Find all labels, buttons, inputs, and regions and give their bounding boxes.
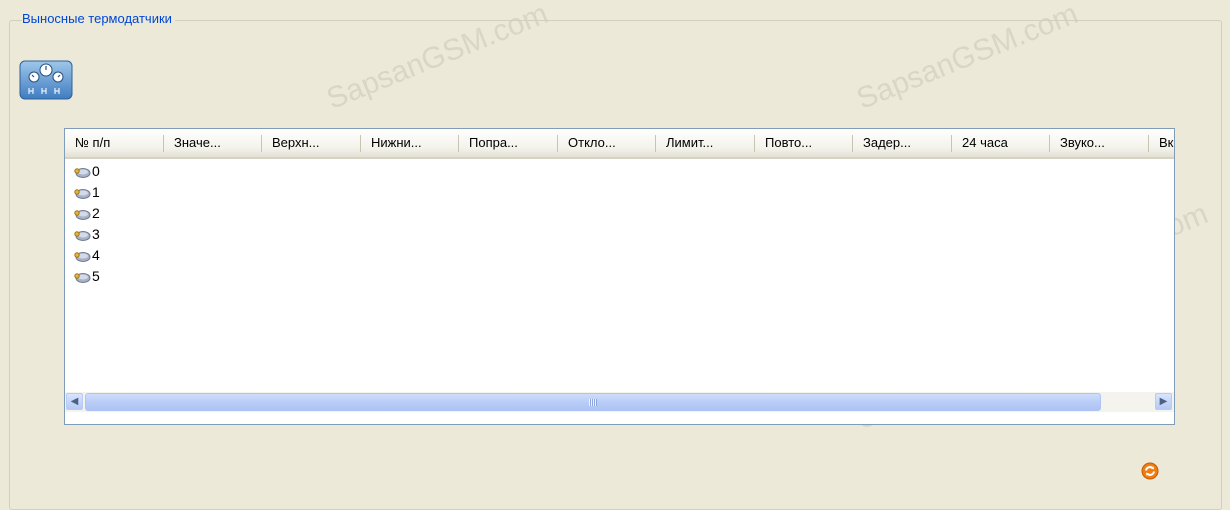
- sensor-icon: [74, 230, 91, 241]
- column-header-limit[interactable]: Лимит...: [656, 129, 755, 157]
- column-label: Звуко...: [1060, 135, 1105, 150]
- sensor-icon: [74, 167, 91, 178]
- row-number: 4: [92, 247, 100, 263]
- column-label: № п/п: [75, 135, 111, 150]
- table-row[interactable]: 1: [73, 182, 100, 203]
- column-header-delay[interactable]: Задер...: [853, 129, 952, 157]
- table-row[interactable]: 2: [73, 203, 100, 224]
- column-header-enabled[interactable]: Вк.: [1149, 129, 1174, 157]
- table-row[interactable]: 5: [73, 266, 100, 287]
- refresh-icon: [1141, 462, 1159, 480]
- row-number: 3: [92, 226, 100, 242]
- refresh-button[interactable]: [1141, 462, 1159, 480]
- column-header-24h[interactable]: 24 часа: [952, 129, 1050, 157]
- row-number: 0: [92, 163, 100, 179]
- column-header-lower[interactable]: Нижни...: [361, 129, 459, 157]
- column-header-upper[interactable]: Верхн...: [262, 129, 361, 157]
- row-number: 5: [92, 268, 100, 284]
- thermosensors-button[interactable]: [19, 58, 73, 102]
- sensor-icon: [74, 272, 91, 283]
- sensors-table[interactable]: № п/п Значе... Верхн... Нижни... Попра..…: [64, 128, 1175, 425]
- table-header: № п/п Значе... Верхн... Нижни... Попра..…: [65, 129, 1174, 159]
- column-header-repeat[interactable]: Повто...: [755, 129, 853, 157]
- column-label: Откло...: [568, 135, 616, 150]
- sensor-icon: [74, 188, 91, 199]
- column-label: Вк.: [1159, 135, 1174, 150]
- column-header-correction[interactable]: Попра...: [459, 129, 558, 157]
- scroll-left-button[interactable]: ◀: [66, 393, 83, 410]
- column-label: Значе...: [174, 135, 221, 150]
- table-row[interactable]: 4: [73, 245, 100, 266]
- scroll-right-button[interactable]: ▶: [1155, 393, 1172, 410]
- column-label: Повто...: [765, 135, 813, 150]
- chevron-right-icon: ▶: [1159, 396, 1168, 407]
- sensor-icon: [74, 209, 91, 220]
- table-row[interactable]: 3: [73, 224, 100, 245]
- scrollbar-grip: [589, 399, 597, 406]
- column-header-deviation[interactable]: Откло...: [558, 129, 656, 157]
- chevron-left-icon: ◀: [70, 396, 79, 407]
- table-row[interactable]: 0: [73, 161, 100, 182]
- column-label: Задер...: [863, 135, 911, 150]
- table-rows: 0 1 2 3 4 5: [73, 161, 100, 287]
- groupbox-title: Выносные термодатчики: [22, 11, 175, 27]
- column-label: 24 часа: [962, 135, 1008, 150]
- row-number: 1: [92, 184, 100, 200]
- column-label: Верхн...: [272, 135, 320, 150]
- column-header-sound[interactable]: Звуко...: [1050, 129, 1149, 157]
- column-label: Нижни...: [371, 135, 422, 150]
- column-label: Попра...: [469, 135, 518, 150]
- column-header-value[interactable]: Значе...: [164, 129, 262, 157]
- column-header-number[interactable]: № п/п: [65, 129, 164, 157]
- row-number: 2: [92, 205, 100, 221]
- scrollbar-thumb[interactable]: [85, 393, 1101, 411]
- sensor-icon: [74, 251, 91, 262]
- column-label: Лимит...: [666, 135, 714, 150]
- horizontal-scrollbar[interactable]: ◀ ▶: [65, 392, 1174, 412]
- thermosensors-icon: [19, 60, 73, 100]
